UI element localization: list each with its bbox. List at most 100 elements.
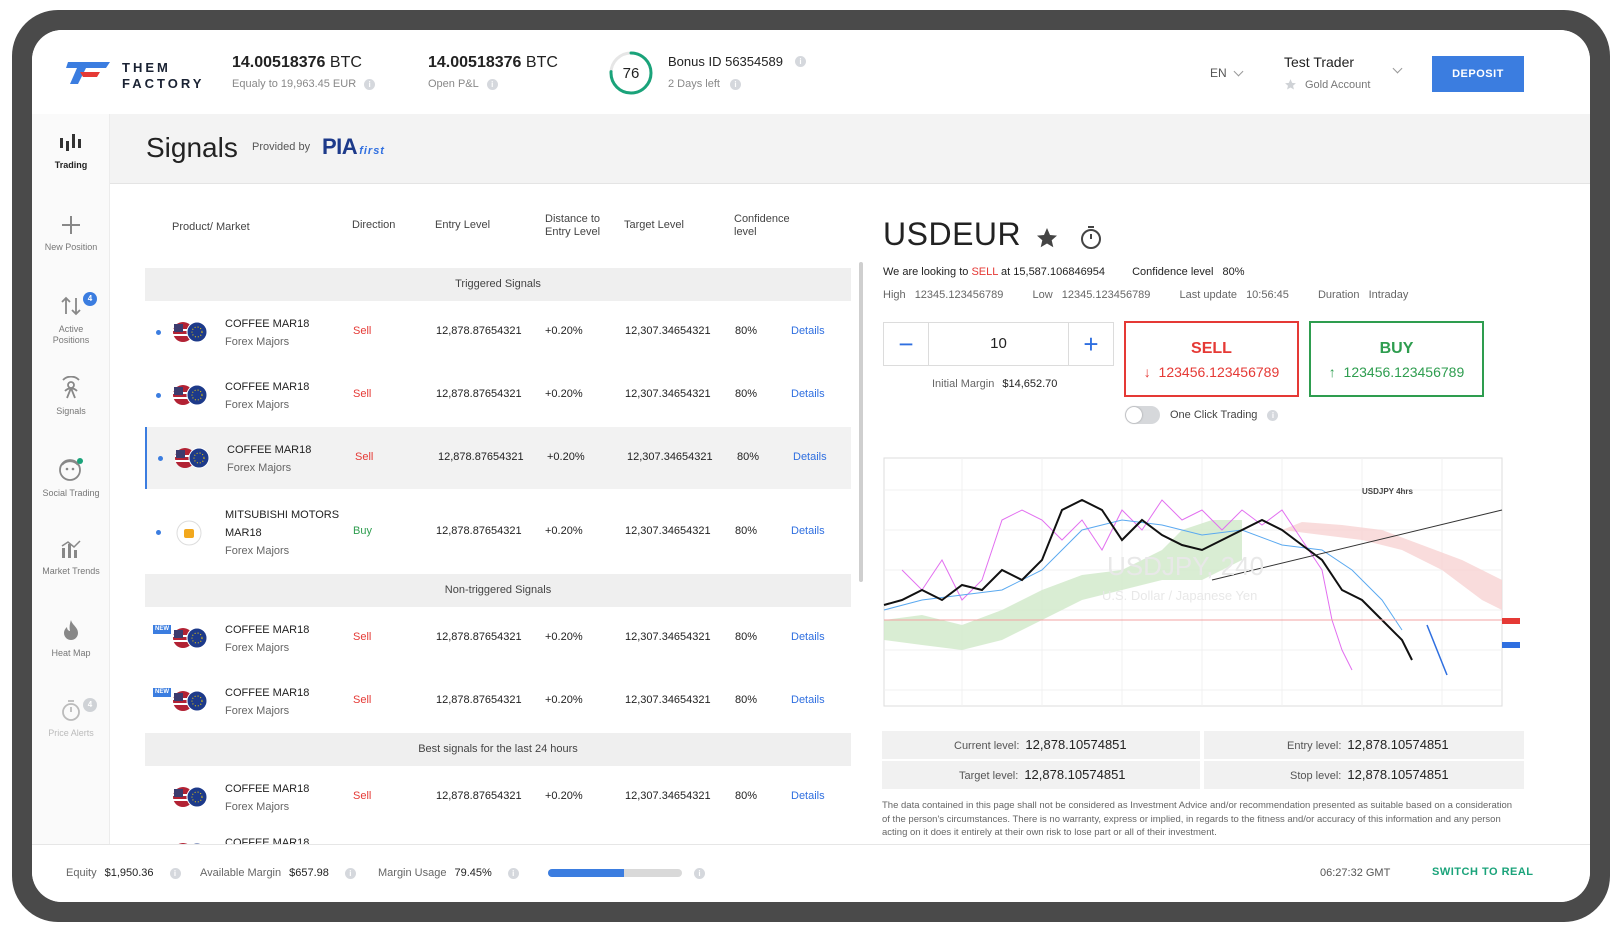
pnl-sub: Open P&L <box>428 78 479 90</box>
info-icon[interactable]: i <box>169 867 181 879</box>
sidebar-item-new-position[interactable]: New Position <box>32 214 110 252</box>
direction: Buy <box>353 525 372 537</box>
table-scrollbar[interactable] <box>859 262 863 582</box>
provider-logo[interactable]: PIA first <box>322 134 385 160</box>
deposit-button[interactable]: DEPOSIT <box>1432 56 1524 92</box>
star-icon[interactable] <box>1035 226 1059 250</box>
table-row[interactable]: COFFEE MAR18 Forex Majors Sell 12,878.876… <box>145 301 851 363</box>
chart-title: USDJPY 4hrs <box>1362 487 1414 496</box>
entry-level: Entry level: 12,878.10574851 <box>1204 731 1524 759</box>
one-click-toggle[interactable] <box>1125 406 1160 424</box>
sell-button[interactable]: SELL ↓ 123456.123456789 <box>1124 321 1299 397</box>
flame-icon <box>64 620 78 640</box>
col-confidence-line1: Confidence <box>734 213 790 225</box>
product-market: Forex Majors <box>225 801 290 813</box>
looking-prefix: We are looking to <box>883 266 969 278</box>
col-distance: Distance to Entry Level <box>545 213 600 239</box>
table-row[interactable]: COFFEE MAR18 <box>145 829 851 844</box>
status-footer: Equity $1,950.36 i Available Margin $657.98… <box>32 844 1590 902</box>
table-row[interactable]: COFFEE MAR18 Forex Majors Sell 12,878.876… <box>145 364 851 426</box>
decrement-button[interactable]: − <box>884 323 928 365</box>
signal-dot <box>156 530 161 535</box>
equity-value: $1,950.36 <box>104 867 154 879</box>
equity: Equity $1,950.36 i <box>66 867 181 879</box>
sidebar-item-heat-map[interactable]: Heat Map <box>32 618 110 658</box>
duration-value: Intraday <box>1368 289 1409 301</box>
initial-margin: Initial Margin $14,652.70 <box>932 378 1057 390</box>
info-icon[interactable]: i <box>1267 409 1279 421</box>
product-name: COFFEE MAR18 <box>225 687 310 699</box>
increment-button[interactable]: + <box>1069 323 1113 365</box>
col-target-label: Target Level <box>624 219 684 231</box>
buy-button[interactable]: BUY ↑ 123456.123456789 <box>1309 321 1484 397</box>
target-level: 12,307.34654321 <box>625 694 711 706</box>
balance-value: 14.00518376 <box>232 54 326 71</box>
sidebar-item-social-trading[interactable]: Social Trading <box>32 456 110 498</box>
page-header: Signals Provided by PIA first <box>110 114 1590 184</box>
switch-to-real-button[interactable]: SWITCH TO REAL <box>1432 866 1534 878</box>
stopwatch-icon <box>62 700 80 721</box>
logo[interactable]: THEM FACTORY <box>66 52 216 92</box>
confidence: 80% <box>737 451 760 463</box>
info-icon[interactable]: i <box>694 868 705 879</box>
distance: +0.20% <box>545 525 583 537</box>
col-distance-line1: Distance to <box>545 213 601 225</box>
last-update-label: Last update <box>1179 289 1238 301</box>
balance-stat: 14.00518376 BTC Equaly to 19,963.45 EUR i <box>232 54 376 90</box>
sidebar-item-active-positions[interactable]: 4 Active Positions <box>32 292 110 346</box>
info-icon[interactable]: i <box>794 56 806 67</box>
details-link[interactable]: Details <box>791 631 825 643</box>
chevron-down-icon[interactable] <box>1392 63 1403 74</box>
pnl-stat: 14.00518376 BTC Open P&L i <box>428 54 558 90</box>
provider-name: PIA <box>322 134 358 159</box>
confidence: 80% <box>735 790 758 802</box>
info-icon[interactable]: i <box>729 78 741 90</box>
info-icon[interactable]: i <box>507 867 519 879</box>
details-link[interactable]: Details <box>791 388 825 400</box>
direction: Sell <box>353 388 372 400</box>
details-link[interactable]: Details <box>791 694 825 706</box>
table-row[interactable]: MITSUBISHI MOTORS MAR18 Forex Majors Buy 1… <box>145 490 851 574</box>
section-triggered: Triggered Signals <box>145 268 851 301</box>
details-link[interactable]: Details <box>791 325 825 337</box>
direction: Sell <box>353 325 372 337</box>
col-confidence: Confidence level <box>734 213 790 239</box>
details-link[interactable]: Details <box>793 451 827 463</box>
col-product: Product/ Market <box>172 221 250 233</box>
signal-dot <box>156 393 161 398</box>
face-icon <box>59 458 83 481</box>
user-menu[interactable]: Test Trader Gold Account <box>1284 54 1370 91</box>
price-chart[interactable]: USDJPY 4hrs USDJPY, 240 U.S. Dollar / Ja… <box>882 450 1524 718</box>
target-level-label: Target level: <box>959 770 1019 782</box>
available-margin-label: Available Margin <box>200 867 282 879</box>
sidebar-item-price-alerts[interactable]: 4 Price Alerts <box>32 698 110 738</box>
table-row[interactable]: COFFEE MAR18 Forex Majors Sell 12,878.876… <box>145 766 851 828</box>
table-row[interactable]: NEW COFFEE MAR18 Forex Majors Sell 12,878… <box>145 670 851 732</box>
entry-level: 12,878.87654321 <box>436 325 522 337</box>
provider-suffix: first <box>359 145 385 157</box>
entry-level-value: 12,878.10574851 <box>1347 737 1449 752</box>
table-row-selected[interactable]: COFFEE MAR18 Forex Majors Sell 12,878.876… <box>145 427 851 489</box>
buy-price: 123456.123456789 <box>1343 364 1465 380</box>
looking-suffix: at 15,587.106846954 <box>1001 266 1106 278</box>
table-row[interactable]: NEW COFFEE MAR18 Forex Majors Sell 12,878… <box>145 607 851 669</box>
language-select[interactable]: EN <box>1210 66 1244 80</box>
target-level-value: 12,878.10574851 <box>1024 767 1126 782</box>
info-icon[interactable]: i <box>486 78 498 90</box>
product-market: Forex Majors <box>227 462 292 474</box>
info-icon[interactable]: i <box>344 867 356 879</box>
quantity-input[interactable]: 10 <box>928 323 1069 365</box>
margin-usage-bar <box>548 869 682 877</box>
details-link[interactable]: Details <box>791 525 825 537</box>
stopwatch-icon[interactable] <box>1079 224 1103 250</box>
info-icon[interactable]: i <box>364 78 376 90</box>
confidence: 80% <box>735 325 758 337</box>
sidebar-item-label: Trading <box>54 160 88 170</box>
sidebar-item-signals[interactable]: Signals <box>32 376 110 416</box>
distance: +0.20% <box>545 694 583 706</box>
sidebar-item-market-trends[interactable]: Market Trends <box>32 538 110 576</box>
entry-level: 12,878.87654321 <box>436 631 522 643</box>
sidebar-item-trading[interactable]: Trading <box>32 132 110 170</box>
details-link[interactable]: Details <box>791 790 825 802</box>
chart-watermark-sub: U.S. Dollar / Japanese Yen <box>1102 588 1257 603</box>
